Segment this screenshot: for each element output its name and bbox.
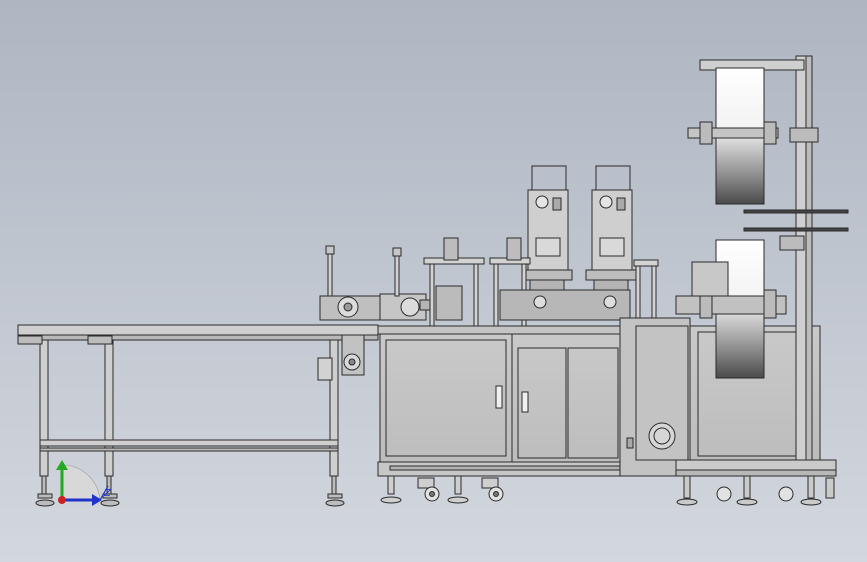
door-handle-right	[521, 391, 529, 413]
cabinet-top-plate	[377, 325, 629, 335]
welding-station-left	[521, 165, 573, 311]
conveyor-belt-edge	[17, 334, 379, 341]
conveyor-lower-brace	[39, 439, 339, 447]
cad-viewport[interactable]: Z	[0, 0, 867, 562]
cabinet-casters	[380, 475, 504, 504]
conveyor-top-rail	[17, 324, 379, 336]
welding-station-right	[585, 165, 637, 311]
door-handle-left	[495, 385, 503, 409]
triad-origin	[58, 496, 66, 504]
conveyor-leg-1	[39, 339, 49, 477]
coordinate-triad: Z	[56, 460, 112, 506]
conveyor-frame	[17, 324, 379, 477]
main-cabinet	[377, 325, 629, 477]
conveyor-leg-2	[104, 339, 114, 477]
z-axis-label: Z	[103, 488, 112, 499]
cabinet-door-left	[379, 333, 513, 463]
machine-model-drawing: Z	[17, 55, 849, 507]
triad-quadrant	[61, 464, 101, 501]
right-base-frame	[675, 459, 837, 506]
conveyor-mid-plate	[87, 335, 113, 345]
conveyor-lower-brace-2	[39, 447, 339, 452]
conveyor-gear-motor	[317, 334, 365, 381]
material-roll-upper	[687, 67, 779, 205]
feed-roller-unit	[319, 245, 435, 321]
conveyor-end-plate	[17, 335, 43, 345]
